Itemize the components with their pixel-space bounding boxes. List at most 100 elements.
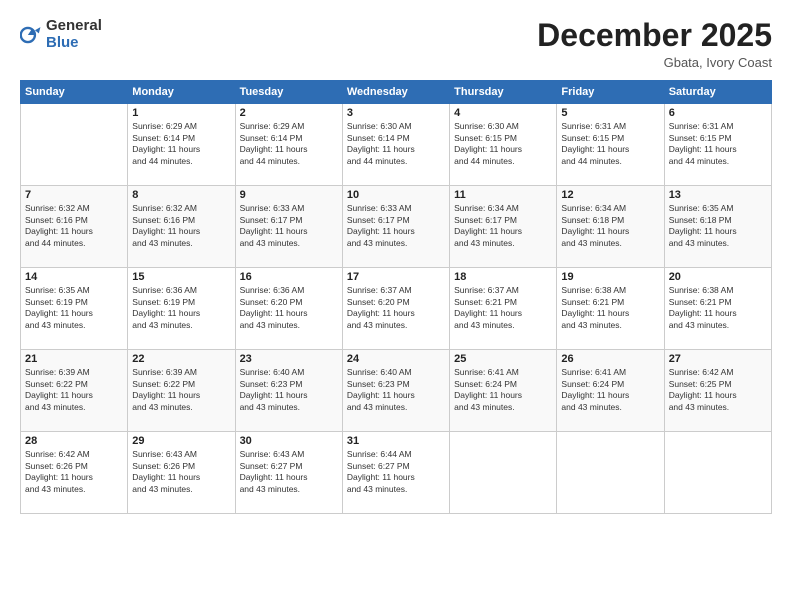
day-info: Sunrise: 6:40 AMSunset: 6:23 PMDaylight:… (347, 367, 445, 413)
day-number: 18 (454, 271, 552, 283)
day-info: Sunrise: 6:42 AMSunset: 6:25 PMDaylight:… (669, 367, 767, 413)
day-number: 15 (132, 271, 230, 283)
day-info: Sunrise: 6:35 AMSunset: 6:18 PMDaylight:… (669, 203, 767, 249)
calendar-cell-w3-d3: 17Sunrise: 6:37 AMSunset: 6:20 PMDayligh… (342, 268, 449, 350)
day-info: Sunrise: 6:31 AMSunset: 6:15 PMDaylight:… (669, 121, 767, 167)
calendar-cell-w5-d0: 28 Sunrise: 6:42 AMSunset: 6:26 PMDayligh… (21, 432, 128, 514)
week-row-2: 7 Sunrise: 6:32 AMSunset: 6:16 PMDaylight… (21, 186, 772, 268)
day-number: 14 (25, 271, 123, 283)
calendar-cell-w1-d3: 3Sunrise: 6:30 AMSunset: 6:14 PMDaylight… (342, 104, 449, 186)
day-info: Sunrise: 6:33 AMSunset: 6:17 PMDaylight:… (240, 203, 338, 249)
calendar-cell-w2-d2: 9 Sunrise: 6:33 AMSunset: 6:17 PMDaylight… (235, 186, 342, 268)
calendar-cell-w3-d5: 19Sunrise: 6:38 AMSunset: 6:21 PMDayligh… (557, 268, 664, 350)
day-info: Sunrise: 6:36 AMSunset: 6:19 PMDaylight:… (132, 285, 230, 331)
day-number: 20 (669, 271, 767, 283)
calendar-cell-w4-d0: 21 Sunrise: 6:39 AMSunset: 6:22 PMDayligh… (21, 350, 128, 432)
day-info: Sunrise: 6:37 AMSunset: 6:20 PMDaylight:… (347, 285, 445, 331)
calendar-cell-w3-d4: 18 Sunrise: 6:37 AMSunset: 6:21 PMDayligh… (450, 268, 557, 350)
day-info: Sunrise: 6:43 AMSunset: 6:27 PMDaylight:… (240, 449, 338, 495)
day-info: Sunrise: 6:44 AMSunset: 6:27 PMDaylight:… (347, 449, 445, 495)
calendar-cell-w1-d0 (21, 104, 128, 186)
calendar-cell-w3-d1: 15 Sunrise: 6:36 AMSunset: 6:19 PMDayligh… (128, 268, 235, 350)
day-number: 27 (669, 353, 767, 365)
day-info: Sunrise: 6:35 AMSunset: 6:19 PMDaylight:… (25, 285, 123, 331)
header-sunday: Sunday (21, 81, 128, 104)
calendar-cell-w1-d2: 2Sunrise: 6:29 AMSunset: 6:14 PMDaylight… (235, 104, 342, 186)
title-block: December 2025 Gbata, Ivory Coast (537, 18, 772, 70)
day-info: Sunrise: 6:42 AMSunset: 6:26 PMDaylight:… (25, 449, 123, 495)
day-info: Sunrise: 6:29 AMSunset: 6:14 PMDaylight:… (240, 121, 338, 167)
calendar-cell-w4-d2: 23Sunrise: 6:40 AMSunset: 6:23 PMDayligh… (235, 350, 342, 432)
week-row-5: 28 Sunrise: 6:42 AMSunset: 6:26 PMDayligh… (21, 432, 772, 514)
day-number: 24 (347, 353, 445, 365)
day-info: Sunrise: 6:31 AMSunset: 6:15 PMDaylight:… (561, 121, 659, 167)
calendar-cell-w4-d5: 26Sunrise: 6:41 AMSunset: 6:24 PMDayligh… (557, 350, 664, 432)
month-title: December 2025 (537, 18, 772, 53)
day-number: 28 (25, 435, 123, 447)
day-number: 9 (240, 189, 338, 201)
logo-icon (20, 24, 42, 46)
week-row-1: 1 Sunrise: 6:29 AMSunset: 6:14 PMDaylight… (21, 104, 772, 186)
day-info: Sunrise: 6:30 AMSunset: 6:15 PMDaylight:… (454, 121, 552, 167)
day-number: 1 (132, 107, 230, 119)
header-friday: Friday (557, 81, 664, 104)
day-number: 4 (454, 107, 552, 119)
day-number: 21 (25, 353, 123, 365)
calendar-cell-w4-d1: 22 Sunrise: 6:39 AMSunset: 6:22 PMDayligh… (128, 350, 235, 432)
day-info: Sunrise: 6:40 AMSunset: 6:23 PMDaylight:… (240, 367, 338, 413)
logo-blue-text: Blue (46, 34, 79, 51)
day-info: Sunrise: 6:41 AMSunset: 6:24 PMDaylight:… (454, 367, 552, 413)
header: General Blue December 2025 Gbata, Ivory … (20, 18, 772, 70)
day-number: 22 (132, 353, 230, 365)
header-saturday: Saturday (664, 81, 771, 104)
calendar-cell-w5-d5 (557, 432, 664, 514)
calendar-cell-w5-d4 (450, 432, 557, 514)
day-info: Sunrise: 6:37 AMSunset: 6:21 PMDaylight:… (454, 285, 552, 331)
calendar-cell-w2-d6: 13 Sunrise: 6:35 AMSunset: 6:18 PMDayligh… (664, 186, 771, 268)
day-info: Sunrise: 6:32 AMSunset: 6:16 PMDaylight:… (132, 203, 230, 249)
day-number: 5 (561, 107, 659, 119)
page: General Blue December 2025 Gbata, Ivory … (0, 0, 792, 612)
calendar-cell-w3-d6: 20 Sunrise: 6:38 AMSunset: 6:21 PMDayligh… (664, 268, 771, 350)
day-number: 11 (454, 189, 552, 201)
calendar-cell-w3-d2: 16Sunrise: 6:36 AMSunset: 6:20 PMDayligh… (235, 268, 342, 350)
day-info: Sunrise: 6:29 AMSunset: 6:14 PMDaylight:… (132, 121, 230, 167)
weekday-header-row: Sunday Monday Tuesday Wednesday Thursday… (21, 81, 772, 104)
day-info: Sunrise: 6:34 AMSunset: 6:18 PMDaylight:… (561, 203, 659, 249)
day-number: 26 (561, 353, 659, 365)
calendar-cell-w2-d3: 10Sunrise: 6:33 AMSunset: 6:17 PMDayligh… (342, 186, 449, 268)
day-number: 8 (132, 189, 230, 201)
calendar-cell-w2-d4: 11 Sunrise: 6:34 AMSunset: 6:17 PMDayligh… (450, 186, 557, 268)
day-number: 29 (132, 435, 230, 447)
day-number: 13 (669, 189, 767, 201)
day-number: 10 (347, 189, 445, 201)
calendar-cell-w1-d6: 6Sunrise: 6:31 AMSunset: 6:15 PMDaylight… (664, 104, 771, 186)
calendar-cell-w5-d6 (664, 432, 771, 514)
day-number: 30 (240, 435, 338, 447)
day-info: Sunrise: 6:39 AMSunset: 6:22 PMDaylight:… (132, 367, 230, 413)
day-info: Sunrise: 6:32 AMSunset: 6:16 PMDaylight:… (25, 203, 123, 249)
calendar-cell-w1-d5: 5 Sunrise: 6:31 AMSunset: 6:15 PMDaylight… (557, 104, 664, 186)
day-number: 19 (561, 271, 659, 283)
calendar-cell-w2-d0: 7 Sunrise: 6:32 AMSunset: 6:16 PMDaylight… (21, 186, 128, 268)
calendar-cell-w4-d3: 24 Sunrise: 6:40 AMSunset: 6:23 PMDayligh… (342, 350, 449, 432)
day-info: Sunrise: 6:39 AMSunset: 6:22 PMDaylight:… (25, 367, 123, 413)
day-info: Sunrise: 6:30 AMSunset: 6:14 PMDaylight:… (347, 121, 445, 167)
calendar-cell-w2-d1: 8 Sunrise: 6:32 AMSunset: 6:16 PMDaylight… (128, 186, 235, 268)
day-info: Sunrise: 6:43 AMSunset: 6:26 PMDaylight:… (132, 449, 230, 495)
day-info: Sunrise: 6:38 AMSunset: 6:21 PMDaylight:… (669, 285, 767, 331)
header-thursday: Thursday (450, 81, 557, 104)
location: Gbata, Ivory Coast (537, 55, 772, 70)
day-info: Sunrise: 6:36 AMSunset: 6:20 PMDaylight:… (240, 285, 338, 331)
week-row-4: 21 Sunrise: 6:39 AMSunset: 6:22 PMDayligh… (21, 350, 772, 432)
logo-general-text: General (46, 17, 102, 34)
header-wednesday: Wednesday (342, 81, 449, 104)
day-info: Sunrise: 6:34 AMSunset: 6:17 PMDaylight:… (454, 203, 552, 249)
day-number: 12 (561, 189, 659, 201)
calendar-cell-w4-d4: 25 Sunrise: 6:41 AMSunset: 6:24 PMDayligh… (450, 350, 557, 432)
day-number: 25 (454, 353, 552, 365)
calendar-cell-w3-d0: 14 Sunrise: 6:35 AMSunset: 6:19 PMDayligh… (21, 268, 128, 350)
day-number: 7 (25, 189, 123, 201)
day-number: 31 (347, 435, 445, 447)
logo: General Blue (20, 18, 102, 51)
